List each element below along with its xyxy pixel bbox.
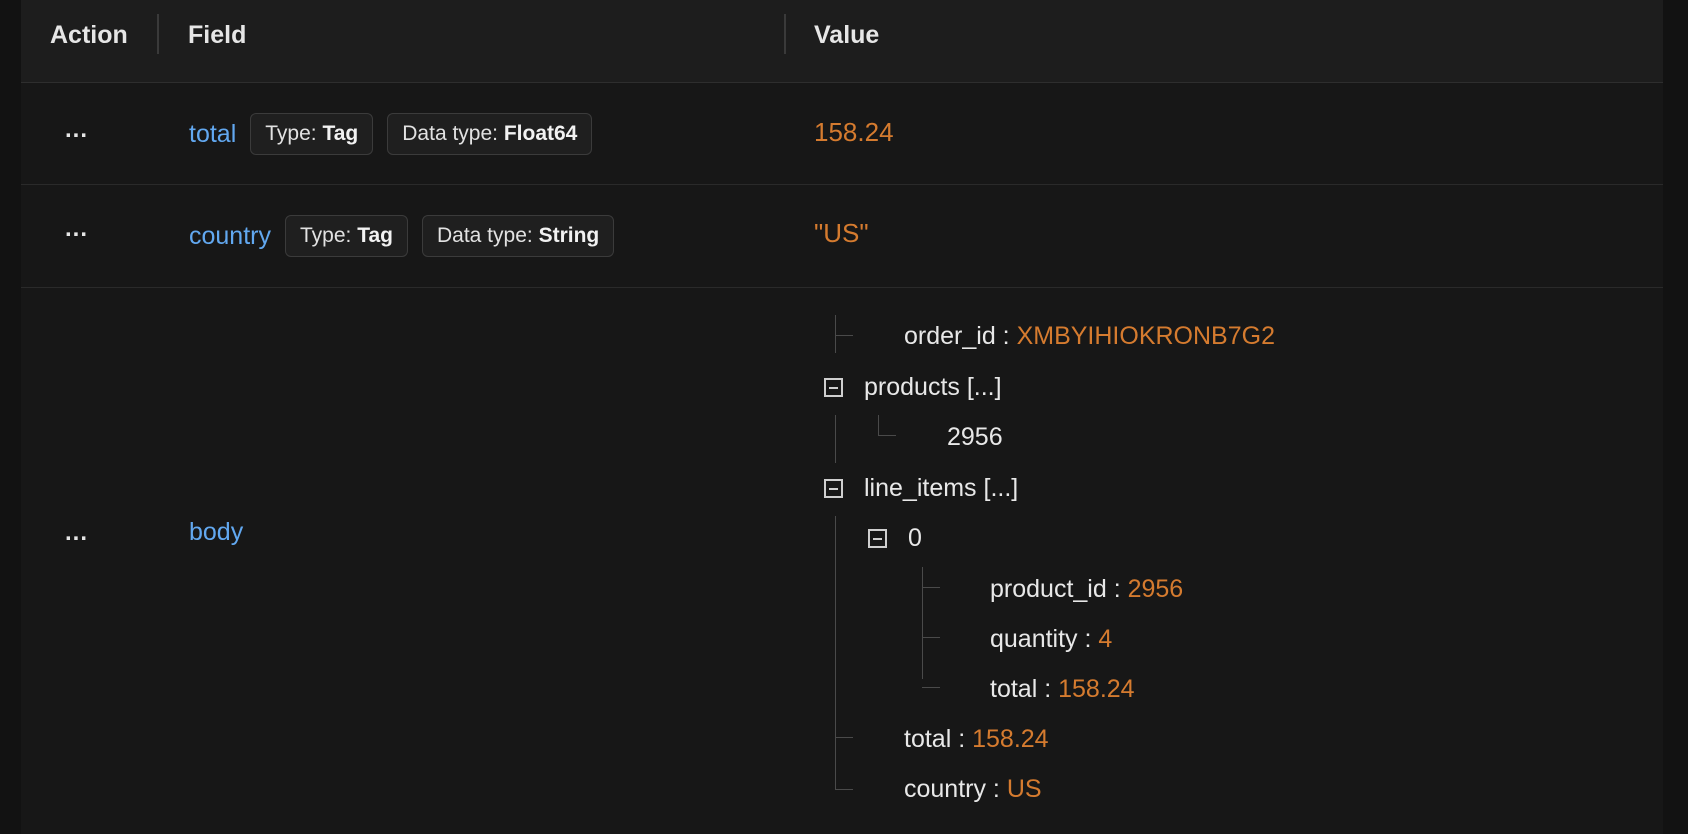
field-value: "US" xyxy=(814,218,869,248)
field-cell: country Type: Tag Data type: String xyxy=(189,215,615,257)
field-cell: total Type: Tag Data type: Float64 xyxy=(189,113,593,155)
tree-node-line-item-0[interactable]: 0 xyxy=(908,523,922,553)
tree-node-order-id: order_id : XMBYIHIOKRONB7G2 xyxy=(904,322,1275,350)
column-resizer[interactable] xyxy=(784,14,786,54)
table-row: ... total Type: Tag Data type: Float64 1… xyxy=(21,82,1663,185)
row-actions-menu[interactable]: ... xyxy=(65,116,88,144)
field-value: 158.24 xyxy=(814,117,894,147)
tree-node-product-id: product_id : 2956 xyxy=(990,575,1184,603)
field-name[interactable]: body xyxy=(189,518,243,547)
tree-connector xyxy=(878,435,896,436)
fields-table: Action Field Value ... total Type: Tag D… xyxy=(21,0,1663,834)
table-row: ... country Type: Tag Data type: String … xyxy=(21,185,1663,288)
table-header: Action Field Value xyxy=(21,0,1663,83)
row-actions-menu[interactable]: ... xyxy=(65,215,88,243)
collapse-icon[interactable] xyxy=(824,378,843,397)
data-type-badge: Data type: Float64 xyxy=(387,113,593,155)
tree-connector xyxy=(835,415,836,463)
tree-connector xyxy=(922,567,923,679)
field-column-header[interactable]: Field xyxy=(188,0,246,82)
tree-connector xyxy=(878,415,879,435)
tree-connector xyxy=(835,516,836,789)
row-actions-menu[interactable]: ... xyxy=(65,519,88,547)
tree-node-products-item: 2956 xyxy=(947,423,1003,451)
table-row: ... body order_id : XMBYIHIOKRONB7G2 pro… xyxy=(21,288,1663,834)
data-type-badge: Data type: String xyxy=(421,215,615,257)
action-column-header[interactable]: Action xyxy=(50,0,128,82)
tree-connector xyxy=(835,335,853,336)
collapse-icon[interactable] xyxy=(824,479,843,498)
tree-connector xyxy=(835,315,836,353)
tree-connector xyxy=(922,687,940,688)
field-cell: body xyxy=(189,518,243,547)
type-badge: Type: Tag xyxy=(250,113,374,155)
tree-node-total: total : 158.24 xyxy=(904,725,1049,753)
tree-connector xyxy=(922,587,940,588)
tree-node-line-items[interactable]: line_items [...] xyxy=(864,473,1018,503)
tree-node-products[interactable]: products [...] xyxy=(864,372,1002,402)
tree-connector xyxy=(922,637,940,638)
tree-node-quantity: quantity : 4 xyxy=(990,625,1113,653)
collapse-icon[interactable] xyxy=(868,529,887,548)
type-badge: Type: Tag xyxy=(284,215,408,257)
tree-node-country: country : US xyxy=(904,775,1042,803)
tree-connector xyxy=(835,737,853,738)
tree-node-item-total: total : 158.24 xyxy=(990,675,1135,703)
column-resizer[interactable] xyxy=(157,14,159,54)
field-name[interactable]: country xyxy=(189,222,271,251)
tree-connector xyxy=(835,789,853,790)
field-name[interactable]: total xyxy=(189,120,236,149)
value-column-header[interactable]: Value xyxy=(814,0,879,82)
